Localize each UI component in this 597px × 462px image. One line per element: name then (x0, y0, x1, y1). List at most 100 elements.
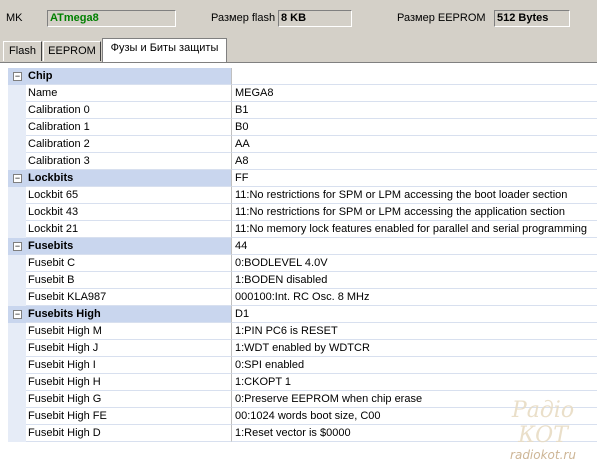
device-info-bar: MK ATmega8 Размер flash 8 KB Размер EEPR… (0, 0, 597, 38)
category-name: Fusebits High (26, 306, 232, 323)
property-name: Calibration 0 (26, 102, 232, 119)
flash-size-label: Размер flash (211, 12, 276, 24)
category-name: Lockbits (26, 170, 232, 187)
property-row[interactable]: Calibration 1 B0 (8, 119, 597, 136)
row-gutter (8, 340, 26, 357)
radiokot-watermark: Радіо КОТ radiokot.ru (493, 398, 593, 462)
row-gutter: − (8, 306, 26, 323)
property-row[interactable]: Lockbit 43 11:No restrictions for SPM or … (8, 204, 597, 221)
tab-fuses[interactable]: Фузы и Биты защиты (102, 38, 227, 62)
property-name: Calibration 3 (26, 153, 232, 170)
row-gutter (8, 323, 26, 340)
row-gutter (8, 204, 26, 221)
property-value[interactable]: AA (232, 136, 597, 153)
row-gutter (8, 408, 26, 425)
property-value[interactable]: 0:BODLEVEL 4.0V (232, 255, 597, 272)
property-value[interactable]: 1:BODEN disabled (232, 272, 597, 289)
category-row[interactable]: − Fusebits 44 (8, 238, 597, 255)
property-row[interactable]: Fusebit High J 1:WDT enabled by WDTCR (8, 340, 597, 357)
property-name: Fusebit High G (26, 391, 232, 408)
property-name: Fusebit B (26, 272, 232, 289)
flash-size-field: 8 KB (278, 10, 352, 27)
row-gutter (8, 374, 26, 391)
property-name: Lockbit 21 (26, 221, 232, 238)
row-gutter (8, 102, 26, 119)
row-gutter (8, 119, 26, 136)
property-row[interactable]: Fusebit High I 0:SPI enabled (8, 357, 597, 374)
category-row[interactable]: − Chip (8, 68, 597, 85)
category-value[interactable] (232, 68, 597, 85)
property-grid: − Chip Name MEGA8 Calibration 0 B1 Calibration… (8, 68, 597, 442)
mk-label: MK (6, 12, 23, 24)
property-name: Name (26, 85, 232, 102)
collapse-icon[interactable]: − (13, 72, 22, 81)
tab-eeprom[interactable]: EEPROM (43, 41, 101, 61)
category-value[interactable]: 44 (232, 238, 597, 255)
property-name: Fusebit KLA987 (26, 289, 232, 306)
fuses-panel: − Chip Name MEGA8 Calibration 0 B1 Calibration… (0, 62, 597, 462)
property-row[interactable]: Calibration 0 B1 (8, 102, 597, 119)
watermark-main-text: Радіо КОТ (511, 398, 575, 448)
property-value[interactable]: 0:SPI enabled (232, 357, 597, 374)
property-value[interactable]: 000100:Int. RC Osc. 8 MHz (232, 289, 597, 306)
category-row[interactable]: − Lockbits FF (8, 170, 597, 187)
row-gutter (8, 221, 26, 238)
tab-flash[interactable]: Flash (3, 41, 42, 61)
row-gutter (8, 391, 26, 408)
property-row[interactable]: Calibration 3 A8 (8, 153, 597, 170)
property-row[interactable]: Calibration 2 AA (8, 136, 597, 153)
property-name: Fusebit High M (26, 323, 232, 340)
row-gutter (8, 425, 26, 442)
property-row[interactable]: Fusebit High H 1:CKOPT 1 (8, 374, 597, 391)
property-row[interactable]: Fusebit C 0:BODLEVEL 4.0V (8, 255, 597, 272)
property-value[interactable]: B1 (232, 102, 597, 119)
property-name: Calibration 1 (26, 119, 232, 136)
property-name: Fusebit High I (26, 357, 232, 374)
row-gutter: − (8, 238, 26, 255)
row-gutter: − (8, 170, 26, 187)
property-value[interactable]: 11:No restrictions for SPM or LPM access… (232, 187, 597, 204)
collapse-icon[interactable]: − (13, 310, 22, 319)
property-name: Lockbit 65 (26, 187, 232, 204)
row-gutter (8, 187, 26, 204)
property-name: Lockbit 43 (26, 204, 232, 221)
property-value[interactable]: MEGA8 (232, 85, 597, 102)
property-row[interactable]: Fusebit KLA987 000100:Int. RC Osc. 8 MHz (8, 289, 597, 306)
row-gutter (8, 85, 26, 102)
eeprom-size-label: Размер EEPROM (397, 12, 486, 24)
property-name: Calibration 2 (26, 136, 232, 153)
row-gutter (8, 272, 26, 289)
property-value[interactable]: B0 (232, 119, 597, 136)
collapse-icon[interactable]: − (13, 174, 22, 183)
property-row[interactable]: Lockbit 21 11:No memory lock features ena… (8, 221, 597, 238)
property-name: Fusebit High FE (26, 408, 232, 425)
property-name: Fusebit C (26, 255, 232, 272)
property-value[interactable]: 1:CKOPT 1 (232, 374, 597, 391)
category-value[interactable]: D1 (232, 306, 597, 323)
category-name: Fusebits (26, 238, 232, 255)
row-gutter (8, 289, 26, 306)
property-value[interactable]: 1:PIN PC6 is RESET (232, 323, 597, 340)
property-name: Fusebit High J (26, 340, 232, 357)
property-row[interactable]: Fusebit B 1:BODEN disabled (8, 272, 597, 289)
property-name: Fusebit High H (26, 374, 232, 391)
row-gutter (8, 153, 26, 170)
category-value[interactable]: FF (232, 170, 597, 187)
category-name: Chip (26, 68, 232, 85)
property-row[interactable]: Fusebit High M 1:PIN PC6 is RESET (8, 323, 597, 340)
property-row[interactable]: Name MEGA8 (8, 85, 597, 102)
category-row[interactable]: − Fusebits High D1 (8, 306, 597, 323)
eeprom-size-field: 512 Bytes (494, 10, 570, 27)
collapse-icon[interactable]: − (13, 242, 22, 251)
property-value[interactable]: A8 (232, 153, 597, 170)
row-gutter (8, 136, 26, 153)
tab-strip: Flash EEPROM Фузы и Биты защиты (0, 38, 597, 62)
property-value[interactable]: 1:WDT enabled by WDTCR (232, 340, 597, 357)
mk-field: ATmega8 (47, 10, 176, 27)
property-row[interactable]: Lockbit 65 11:No restrictions for SPM or … (8, 187, 597, 204)
property-value[interactable]: 11:No restrictions for SPM or LPM access… (232, 204, 597, 221)
property-name: Fusebit High D (26, 425, 232, 442)
property-value[interactable]: 11:No memory lock features enabled for p… (232, 221, 597, 238)
watermark-sub-text: radiokot.ru (510, 448, 576, 462)
row-gutter: − (8, 68, 26, 85)
